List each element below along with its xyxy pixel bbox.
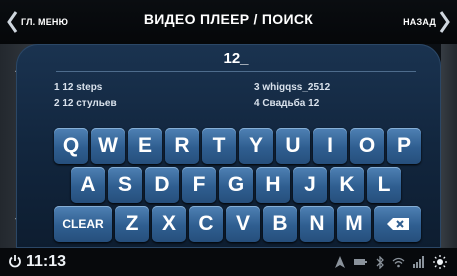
key-q[interactable]: Q bbox=[54, 128, 88, 164]
status-icons bbox=[334, 255, 447, 269]
key-y[interactable]: Y bbox=[239, 128, 273, 164]
key-l[interactable]: L bbox=[367, 167, 401, 203]
key-f[interactable]: F bbox=[182, 167, 216, 203]
search-input-value: 12_ bbox=[223, 50, 249, 67]
back-label: НАЗАД bbox=[403, 17, 436, 27]
key-m[interactable]: M bbox=[337, 206, 371, 242]
key-d[interactable]: D bbox=[145, 167, 179, 203]
power-icon[interactable] bbox=[8, 254, 22, 268]
key-e[interactable]: E bbox=[128, 128, 162, 164]
back-button[interactable]: НАЗАД bbox=[403, 9, 451, 35]
wifi-icon bbox=[392, 257, 405, 267]
key-w[interactable]: W bbox=[91, 128, 125, 164]
result-item[interactable]: 3 whigqss_2512 bbox=[254, 82, 330, 93]
key-t[interactable]: T bbox=[202, 128, 236, 164]
key-g[interactable]: G bbox=[219, 167, 253, 203]
navigation-icon bbox=[335, 256, 345, 268]
result-item[interactable]: 4 Свадьба 12 bbox=[254, 98, 319, 109]
key-c[interactable]: C bbox=[189, 206, 223, 242]
key-a[interactable]: A bbox=[71, 167, 105, 203]
chevron-right-icon bbox=[439, 11, 450, 33]
clear-key[interactable]: CLEAR bbox=[54, 206, 112, 242]
key-i[interactable]: I bbox=[313, 128, 347, 164]
page-title: ВИДЕО ПЛЕЕР / ПОИСК bbox=[143, 11, 314, 27]
key-h[interactable]: H bbox=[256, 167, 290, 203]
key-s[interactable]: S bbox=[108, 167, 142, 203]
header-bar: ГЛ. МЕНЮ ВИДЕО ПЛЕЕР / ПОИСК НАЗАД bbox=[0, 0, 457, 44]
key-v[interactable]: V bbox=[226, 206, 260, 242]
key-k[interactable]: K bbox=[330, 167, 364, 203]
key-x[interactable]: X bbox=[152, 206, 186, 242]
battery-icon bbox=[354, 259, 367, 265]
result-item[interactable]: 1 12 steps bbox=[54, 82, 102, 93]
key-u[interactable]: U bbox=[276, 128, 310, 164]
key-b[interactable]: B bbox=[263, 206, 297, 242]
key-o[interactable]: O bbox=[350, 128, 384, 164]
search-input-underline bbox=[56, 71, 416, 72]
key-p[interactable]: P bbox=[387, 128, 421, 164]
on-screen-keyboard: Q W E R T Y U I O P A S D F G H J K L CL… bbox=[16, 128, 441, 248]
signal-icon bbox=[413, 256, 424, 268]
search-input[interactable]: 12_ bbox=[56, 50, 416, 72]
brightness-icon[interactable] bbox=[433, 255, 447, 269]
backspace-icon bbox=[386, 218, 409, 230]
bluetooth-icon bbox=[376, 255, 384, 269]
key-n[interactable]: N bbox=[300, 206, 334, 242]
result-item[interactable]: 2 12 стульев bbox=[54, 98, 117, 109]
status-bar: 11:13 bbox=[0, 248, 457, 276]
video-player-search-screen: ГЛ. МЕНЮ ВИДЕО ПЛЕЕР / ПОИСК НАЗАД 12_ 1… bbox=[0, 0, 457, 276]
key-j[interactable]: J bbox=[293, 167, 327, 203]
key-z[interactable]: Z bbox=[115, 206, 149, 242]
clock: 11:13 bbox=[26, 253, 67, 270]
backspace-key[interactable] bbox=[374, 206, 421, 242]
right-side-panel bbox=[441, 44, 457, 248]
key-r[interactable]: R bbox=[165, 128, 199, 164]
